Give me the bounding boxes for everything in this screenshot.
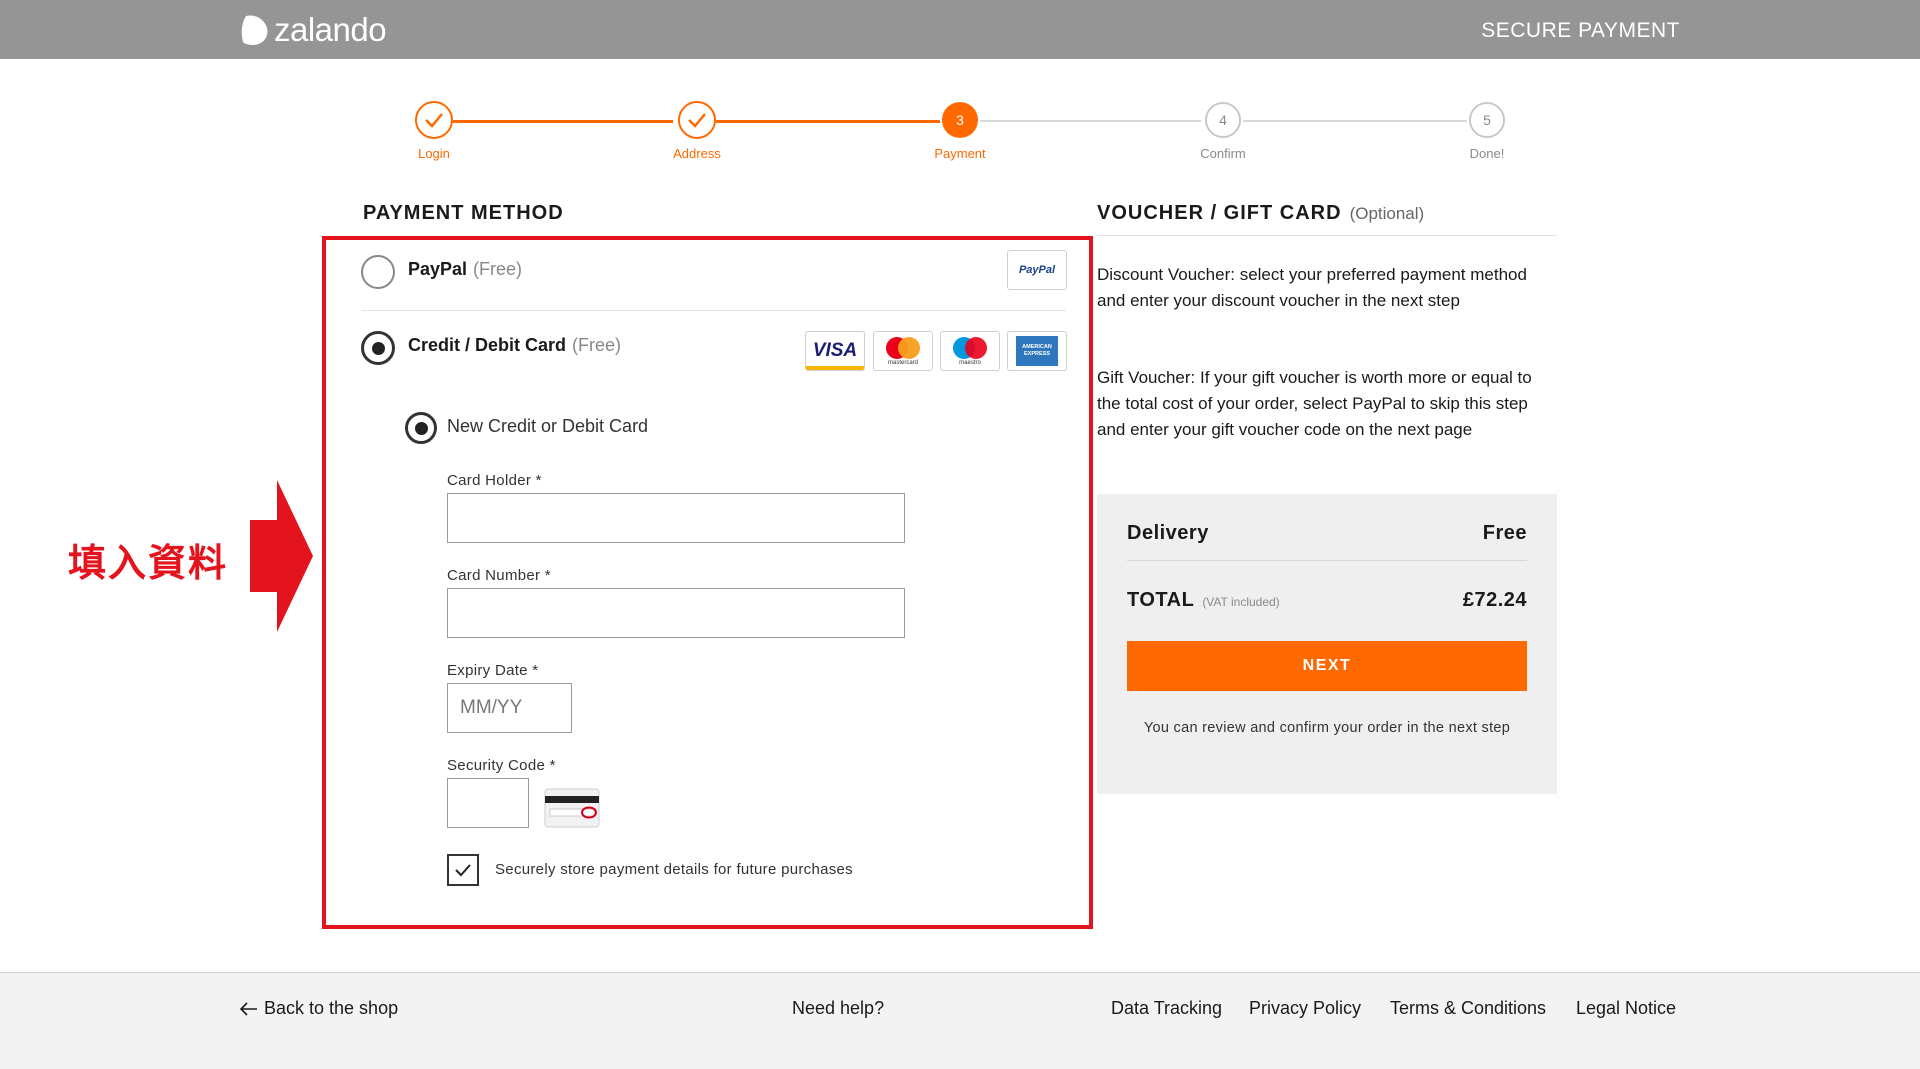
payment-option-divider bbox=[362, 310, 1066, 311]
step-label-done: Done! bbox=[1469, 146, 1505, 161]
paypal-logo: PayPal bbox=[1007, 250, 1067, 290]
checkmark-icon bbox=[455, 864, 471, 877]
annotation-label: 填入資料 bbox=[68, 541, 229, 585]
expiry-date-label: Expiry Date * bbox=[447, 662, 539, 679]
back-to-shop-label: Back to the shop bbox=[264, 998, 399, 1018]
paypal-fee: (Free) bbox=[473, 259, 523, 279]
step-payment-number: 3 bbox=[942, 102, 978, 138]
summary-divider bbox=[1127, 560, 1527, 561]
step-address-check-icon bbox=[678, 101, 716, 139]
mastercard-circles-icon bbox=[886, 337, 920, 359]
terms-conditions-link[interactable]: Terms & Conditions bbox=[1390, 998, 1546, 1019]
step-label-address: Address bbox=[673, 146, 721, 161]
store-details-checkbox[interactable] bbox=[447, 854, 479, 886]
back-to-shop-link[interactable]: Back to the shop bbox=[240, 998, 398, 1019]
new-card-radio[interactable] bbox=[405, 412, 437, 444]
secure-payment-label: SECURE PAYMENT bbox=[1481, 19, 1680, 42]
discount-voucher-text: Discount Voucher: select your preferred … bbox=[1097, 265, 1527, 310]
card-holder-input[interactable] bbox=[447, 493, 905, 543]
review-order-note: You can review and confirm your order in… bbox=[1143, 720, 1511, 736]
privacy-policy-link[interactable]: Privacy Policy bbox=[1249, 998, 1361, 1019]
progress-line-login-address bbox=[453, 120, 673, 123]
mastercard-logo: mastercard bbox=[873, 331, 933, 371]
voucher-title-text: VOUCHER / GIFT CARD bbox=[1097, 202, 1342, 224]
amex-logo: AMERICAN EXPRESS bbox=[1007, 331, 1067, 371]
expiry-date-input[interactable] bbox=[447, 683, 572, 733]
new-card-label[interactable]: New Credit or Debit Card bbox=[447, 416, 648, 437]
gift-voucher-text: Gift Voucher: If your gift voucher is wo… bbox=[1097, 368, 1532, 439]
payment-method-title: PAYMENT METHOD bbox=[363, 202, 564, 224]
card-number-label: Card Number * bbox=[447, 567, 551, 584]
need-help-link[interactable]: Need help? bbox=[792, 998, 884, 1019]
progress-line-confirm-done bbox=[1243, 120, 1467, 122]
maestro-logo: maestro bbox=[940, 331, 1000, 371]
paypal-radio[interactable] bbox=[361, 255, 395, 289]
delivery-label: Delivery bbox=[1127, 522, 1209, 544]
maestro-circles-icon bbox=[953, 337, 987, 359]
voucher-optional-note: (Optional) bbox=[1349, 204, 1425, 223]
total-value: £72.24 bbox=[1462, 589, 1527, 611]
store-details-label[interactable]: Securely store payment details for futur… bbox=[495, 861, 853, 878]
total-label: TOTAL bbox=[1127, 589, 1195, 611]
legal-notice-link[interactable]: Legal Notice bbox=[1576, 998, 1676, 1019]
card-holder-label: Card Holder * bbox=[447, 472, 542, 489]
voucher-gift-card-title: VOUCHER / GIFT CARD (Optional) bbox=[1097, 202, 1424, 225]
credit-card-label-text: Credit / Debit Card bbox=[408, 335, 567, 355]
paypal-option-label[interactable]: PayPal (Free) bbox=[408, 259, 522, 280]
card-number-input[interactable] bbox=[447, 588, 905, 638]
zalando-logo[interactable]: zalando bbox=[240, 11, 387, 48]
data-tracking-link[interactable]: Data Tracking bbox=[1111, 998, 1222, 1019]
step-label-login: Login bbox=[418, 146, 450, 161]
annotation-arrow-icon bbox=[250, 480, 313, 632]
credit-card-option-label[interactable]: Credit / Debit Card (Free) bbox=[408, 335, 621, 356]
progress-line-address-payment bbox=[716, 120, 940, 123]
page-footer bbox=[0, 972, 1920, 1069]
paypal-logo-text: PayPal bbox=[1018, 264, 1056, 276]
paypal-label-text: PayPal bbox=[408, 259, 468, 279]
step-done-number: 5 bbox=[1469, 102, 1505, 138]
total-label-group: TOTAL (VAT included) bbox=[1127, 589, 1280, 612]
step-confirm-number: 4 bbox=[1205, 102, 1241, 138]
vat-note: (VAT included) bbox=[1202, 595, 1280, 609]
next-button[interactable]: NEXT bbox=[1127, 641, 1527, 691]
step-label-confirm: Confirm bbox=[1200, 146, 1246, 161]
security-code-label: Security Code * bbox=[447, 757, 556, 774]
arrow-left-icon bbox=[240, 1001, 257, 1016]
zalando-flag-icon bbox=[241, 15, 268, 45]
logo-text: zalando bbox=[274, 11, 387, 48]
step-login-check-icon bbox=[415, 101, 453, 139]
step-label-payment: Payment bbox=[934, 146, 986, 161]
security-code-input[interactable] bbox=[447, 778, 529, 828]
credit-card-radio[interactable] bbox=[361, 331, 395, 365]
visa-logo: VISA bbox=[805, 331, 865, 371]
delivery-value: Free bbox=[1482, 522, 1527, 544]
security-code-card-icon bbox=[544, 788, 600, 828]
voucher-divider bbox=[1097, 235, 1557, 236]
credit-card-fee: (Free) bbox=[572, 335, 622, 355]
progress-line-payment-confirm bbox=[980, 120, 1201, 122]
